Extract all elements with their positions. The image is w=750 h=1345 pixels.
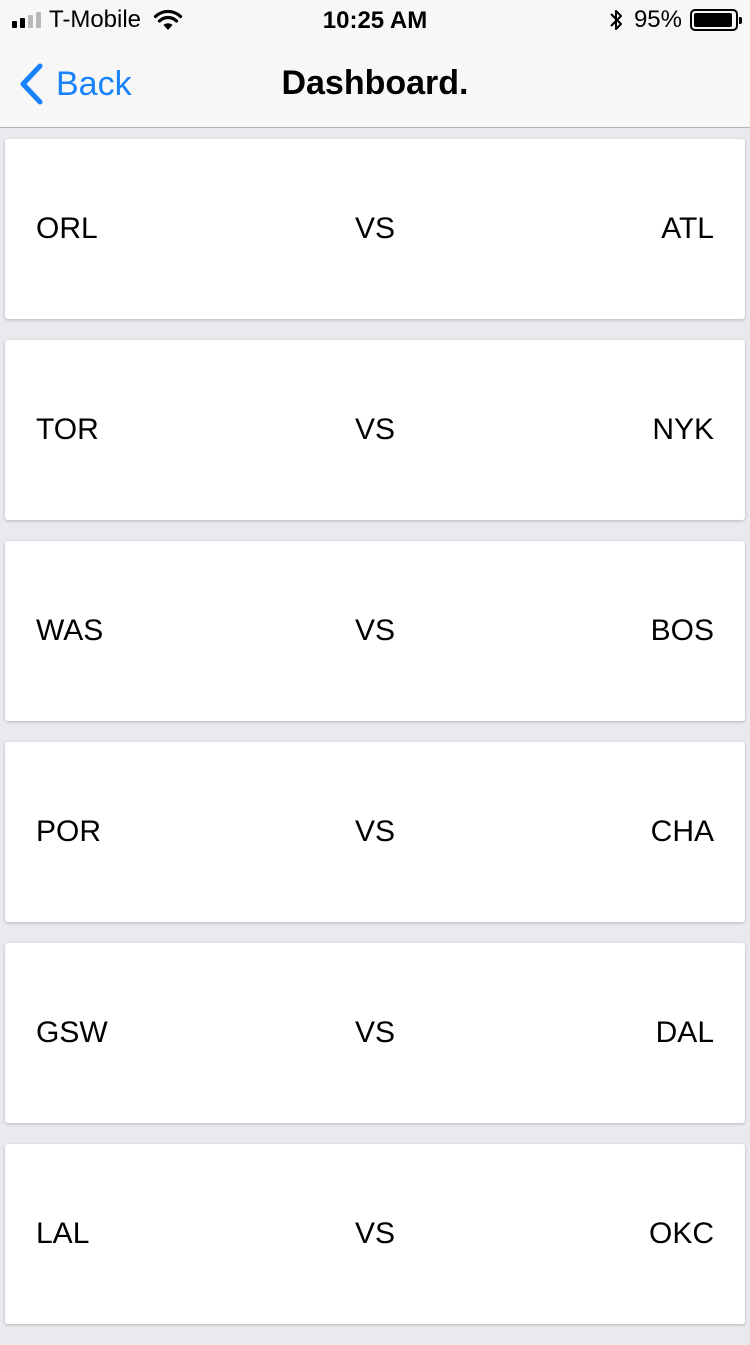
game-card[interactable]: POR VS CHA xyxy=(5,742,745,922)
game-card[interactable]: ORL VS ATL xyxy=(5,139,745,319)
vs-label: VS xyxy=(354,413,396,446)
game-card[interactable]: TOR VS NYK xyxy=(5,340,745,520)
away-team: NYK xyxy=(652,413,714,446)
games-list: ORL VS ATL TOR VS NYK WAS VS BOS POR VS … xyxy=(5,139,745,1345)
bluetooth-icon xyxy=(610,10,622,30)
game-card[interactable]: LAL VS OKC xyxy=(5,1144,745,1324)
status-bar: T-Mobile 10:25 AM 95% xyxy=(0,0,750,40)
vs-label: VS xyxy=(354,1217,396,1250)
page-title: Dashboard. xyxy=(281,64,469,102)
battery-level xyxy=(694,13,732,27)
navigation-bar: Back Dashboard. xyxy=(0,40,750,128)
status-right: 95% xyxy=(608,6,742,33)
vs-label: VS xyxy=(354,1016,396,1049)
away-team: CHA xyxy=(650,815,714,848)
game-card[interactable]: GSW VS DAL xyxy=(5,943,745,1123)
battery-icon xyxy=(690,9,742,31)
game-card[interactable]: WAS VS BOS xyxy=(5,541,745,721)
away-team: BOS xyxy=(650,614,714,647)
vs-label: VS xyxy=(354,212,396,245)
away-team: OKC xyxy=(648,1217,714,1250)
battery-percent: 95% xyxy=(633,6,682,33)
away-team: DAL xyxy=(655,1016,714,1049)
vs-label: VS xyxy=(354,815,396,848)
vs-label: VS xyxy=(354,614,396,647)
away-team: ATL xyxy=(661,212,714,245)
